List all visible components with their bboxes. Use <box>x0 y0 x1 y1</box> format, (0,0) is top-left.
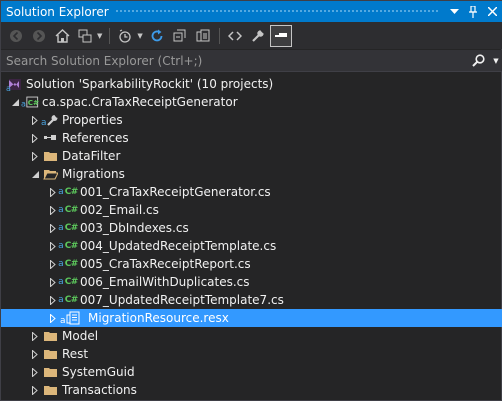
folder-icon <box>41 345 59 363</box>
tree-row-transactions[interactable]: Transactions <box>1 381 502 399</box>
tree-row-migration-file[interactable]: a C# 005_CraTaxReceiptReport.cs <box>1 255 502 273</box>
csharp-file-icon: a C# <box>58 277 78 287</box>
folder-icon <box>41 381 59 399</box>
file-label: 005_CraTaxReceiptReport.cs <box>80 257 251 271</box>
search-input[interactable] <box>1 53 467 68</box>
expanded-arrow-icon[interactable] <box>9 93 21 111</box>
csharp-file-icon: a C# <box>58 223 78 233</box>
title-bar[interactable]: Solution Explorer <box>1 1 502 22</box>
collapsed-arrow-icon[interactable] <box>29 381 41 399</box>
toolbar-separator <box>109 27 111 44</box>
properties-label: Properties <box>62 113 123 127</box>
csharp-file-icon: a C# <box>58 205 78 215</box>
csharp-file-icon: a C# <box>58 241 78 251</box>
tree-row-systemguid[interactable]: SystemGuid <box>1 363 502 381</box>
solution-explorer-panel: Solution Explorer ▼ ▼ Search Solution Ex… <box>0 0 502 401</box>
solution-tree: a Solution 'SparkabilityRockit' (10 proj… <box>1 75 502 399</box>
close-icon[interactable] <box>484 4 500 20</box>
svg-text:a: a <box>41 118 47 127</box>
file-label: 001_CraTaxReceiptGenerator.cs <box>80 185 271 199</box>
expanded-arrow-icon[interactable] <box>29 165 41 183</box>
tree-row-migration-file[interactable]: a C# 001_CraTaxReceiptGenerator.cs <box>1 183 502 201</box>
file-label: 003_DbIndexes.cs <box>80 221 189 235</box>
svg-text:C#: C# <box>28 98 39 107</box>
toolbar: ▼ ▼ <box>1 22 502 49</box>
resource-file-icon: a <box>59 309 85 327</box>
tree-row-migrations[interactable]: Migrations <box>1 165 502 183</box>
csharp-project-icon: a C# <box>21 93 39 111</box>
view-code-icon[interactable] <box>224 25 246 47</box>
datafilter-label: DataFilter <box>62 149 121 163</box>
open-folder-icon <box>41 165 59 183</box>
properties-wrench-icon: a <box>41 111 59 129</box>
file-label: 007_UpdatedReceiptTemplate7.cs <box>80 293 284 307</box>
search-bar: ▼ <box>1 50 502 72</box>
drag-grip[interactable] <box>114 9 438 14</box>
collapse-all-icon[interactable] <box>169 25 191 47</box>
collapsed-arrow-icon[interactable] <box>29 345 41 363</box>
svg-text:a: a <box>6 84 11 91</box>
tree-row-solution[interactable]: a Solution 'SparkabilityRockit' (10 proj… <box>1 75 502 93</box>
pin-icon[interactable] <box>465 4 481 20</box>
home-icon[interactable] <box>51 25 73 47</box>
collapsed-arrow-icon[interactable] <box>29 363 41 381</box>
collapsed-arrow-icon[interactable] <box>29 327 41 345</box>
preview-selected-items-icon[interactable] <box>269 24 292 47</box>
collapsed-arrow-icon[interactable] <box>29 111 41 129</box>
switch-views-dropdown-icon[interactable]: ▼ <box>97 32 102 40</box>
svg-text:a: a <box>21 99 26 109</box>
tree-row-rest[interactable]: Rest <box>1 345 502 363</box>
model-label: Model <box>62 329 99 343</box>
csharp-file-icon: a C# <box>58 187 78 197</box>
visual-studio-solution-icon: a <box>5 75 23 93</box>
properties-wrench-icon[interactable] <box>247 25 269 47</box>
tree-row-resx-file-selected[interactable]: a MigrationResource.resx <box>1 309 502 327</box>
folder-icon <box>41 147 59 165</box>
csharp-file-icon: a C# <box>58 295 78 305</box>
transactions-label: Transactions <box>62 383 137 397</box>
pending-changes-filter-icon[interactable] <box>114 25 136 47</box>
tree-row-migration-file[interactable]: a C# 004_UpdatedReceiptTemplate.cs <box>1 237 502 255</box>
show-all-files-icon[interactable] <box>192 25 214 47</box>
switch-views-icon[interactable] <box>74 25 96 47</box>
tree-row-migration-file[interactable]: a C# 003_DbIndexes.cs <box>1 219 502 237</box>
tree-row-migration-file[interactable]: a C# 006_EmailWithDuplicates.cs <box>1 273 502 291</box>
tree-row-references[interactable]: References <box>1 129 502 147</box>
collapsed-arrow-icon[interactable] <box>47 309 59 327</box>
file-label: MigrationResource.resx <box>88 311 229 325</box>
filter-dropdown-icon[interactable]: ▼ <box>137 32 142 40</box>
folder-icon <box>41 327 59 345</box>
collapsed-arrow-icon[interactable] <box>29 129 41 147</box>
solution-label: Solution 'SparkabilityRockit' (10 projec… <box>26 77 274 91</box>
file-label: 006_EmailWithDuplicates.cs <box>80 275 250 289</box>
systemguid-label: SystemGuid <box>62 365 135 379</box>
tree-row-project[interactable]: a C# ca.spac.CraTaxReceiptGenerator <box>1 93 502 111</box>
search-icon[interactable] <box>467 54 489 67</box>
window-menu-dropdown-icon[interactable] <box>446 4 462 20</box>
back-icon[interactable] <box>5 25 27 47</box>
sync-icon[interactable] <box>146 25 168 47</box>
window-title: Solution Explorer <box>6 4 109 19</box>
toolbar-separator <box>218 27 220 44</box>
rest-label: Rest <box>62 347 89 361</box>
references-icon <box>41 129 59 147</box>
tree-row-datafilter[interactable]: DataFilter <box>1 147 502 165</box>
svg-text:a: a <box>60 316 66 325</box>
tree-row-properties[interactable]: a Properties <box>1 111 502 129</box>
tree-row-migration-file[interactable]: a C# 007_UpdatedReceiptTemplate7.cs <box>1 291 502 309</box>
tree-row-migration-file[interactable]: a C# 002_Email.cs <box>1 201 502 219</box>
csharp-file-icon: a C# <box>58 259 78 269</box>
file-label: 004_UpdatedReceiptTemplate.cs <box>80 239 277 253</box>
search-options-dropdown-icon[interactable]: ▼ <box>489 57 502 65</box>
collapsed-arrow-icon[interactable] <box>29 147 41 165</box>
forward-icon[interactable] <box>28 25 50 47</box>
project-label: ca.spac.CraTaxReceiptGenerator <box>42 95 238 109</box>
migrations-label: Migrations <box>62 167 125 181</box>
references-label: References <box>62 131 129 145</box>
tree-row-model[interactable]: Model <box>1 327 502 345</box>
folder-icon <box>41 363 59 381</box>
file-label: 002_Email.cs <box>80 203 159 217</box>
